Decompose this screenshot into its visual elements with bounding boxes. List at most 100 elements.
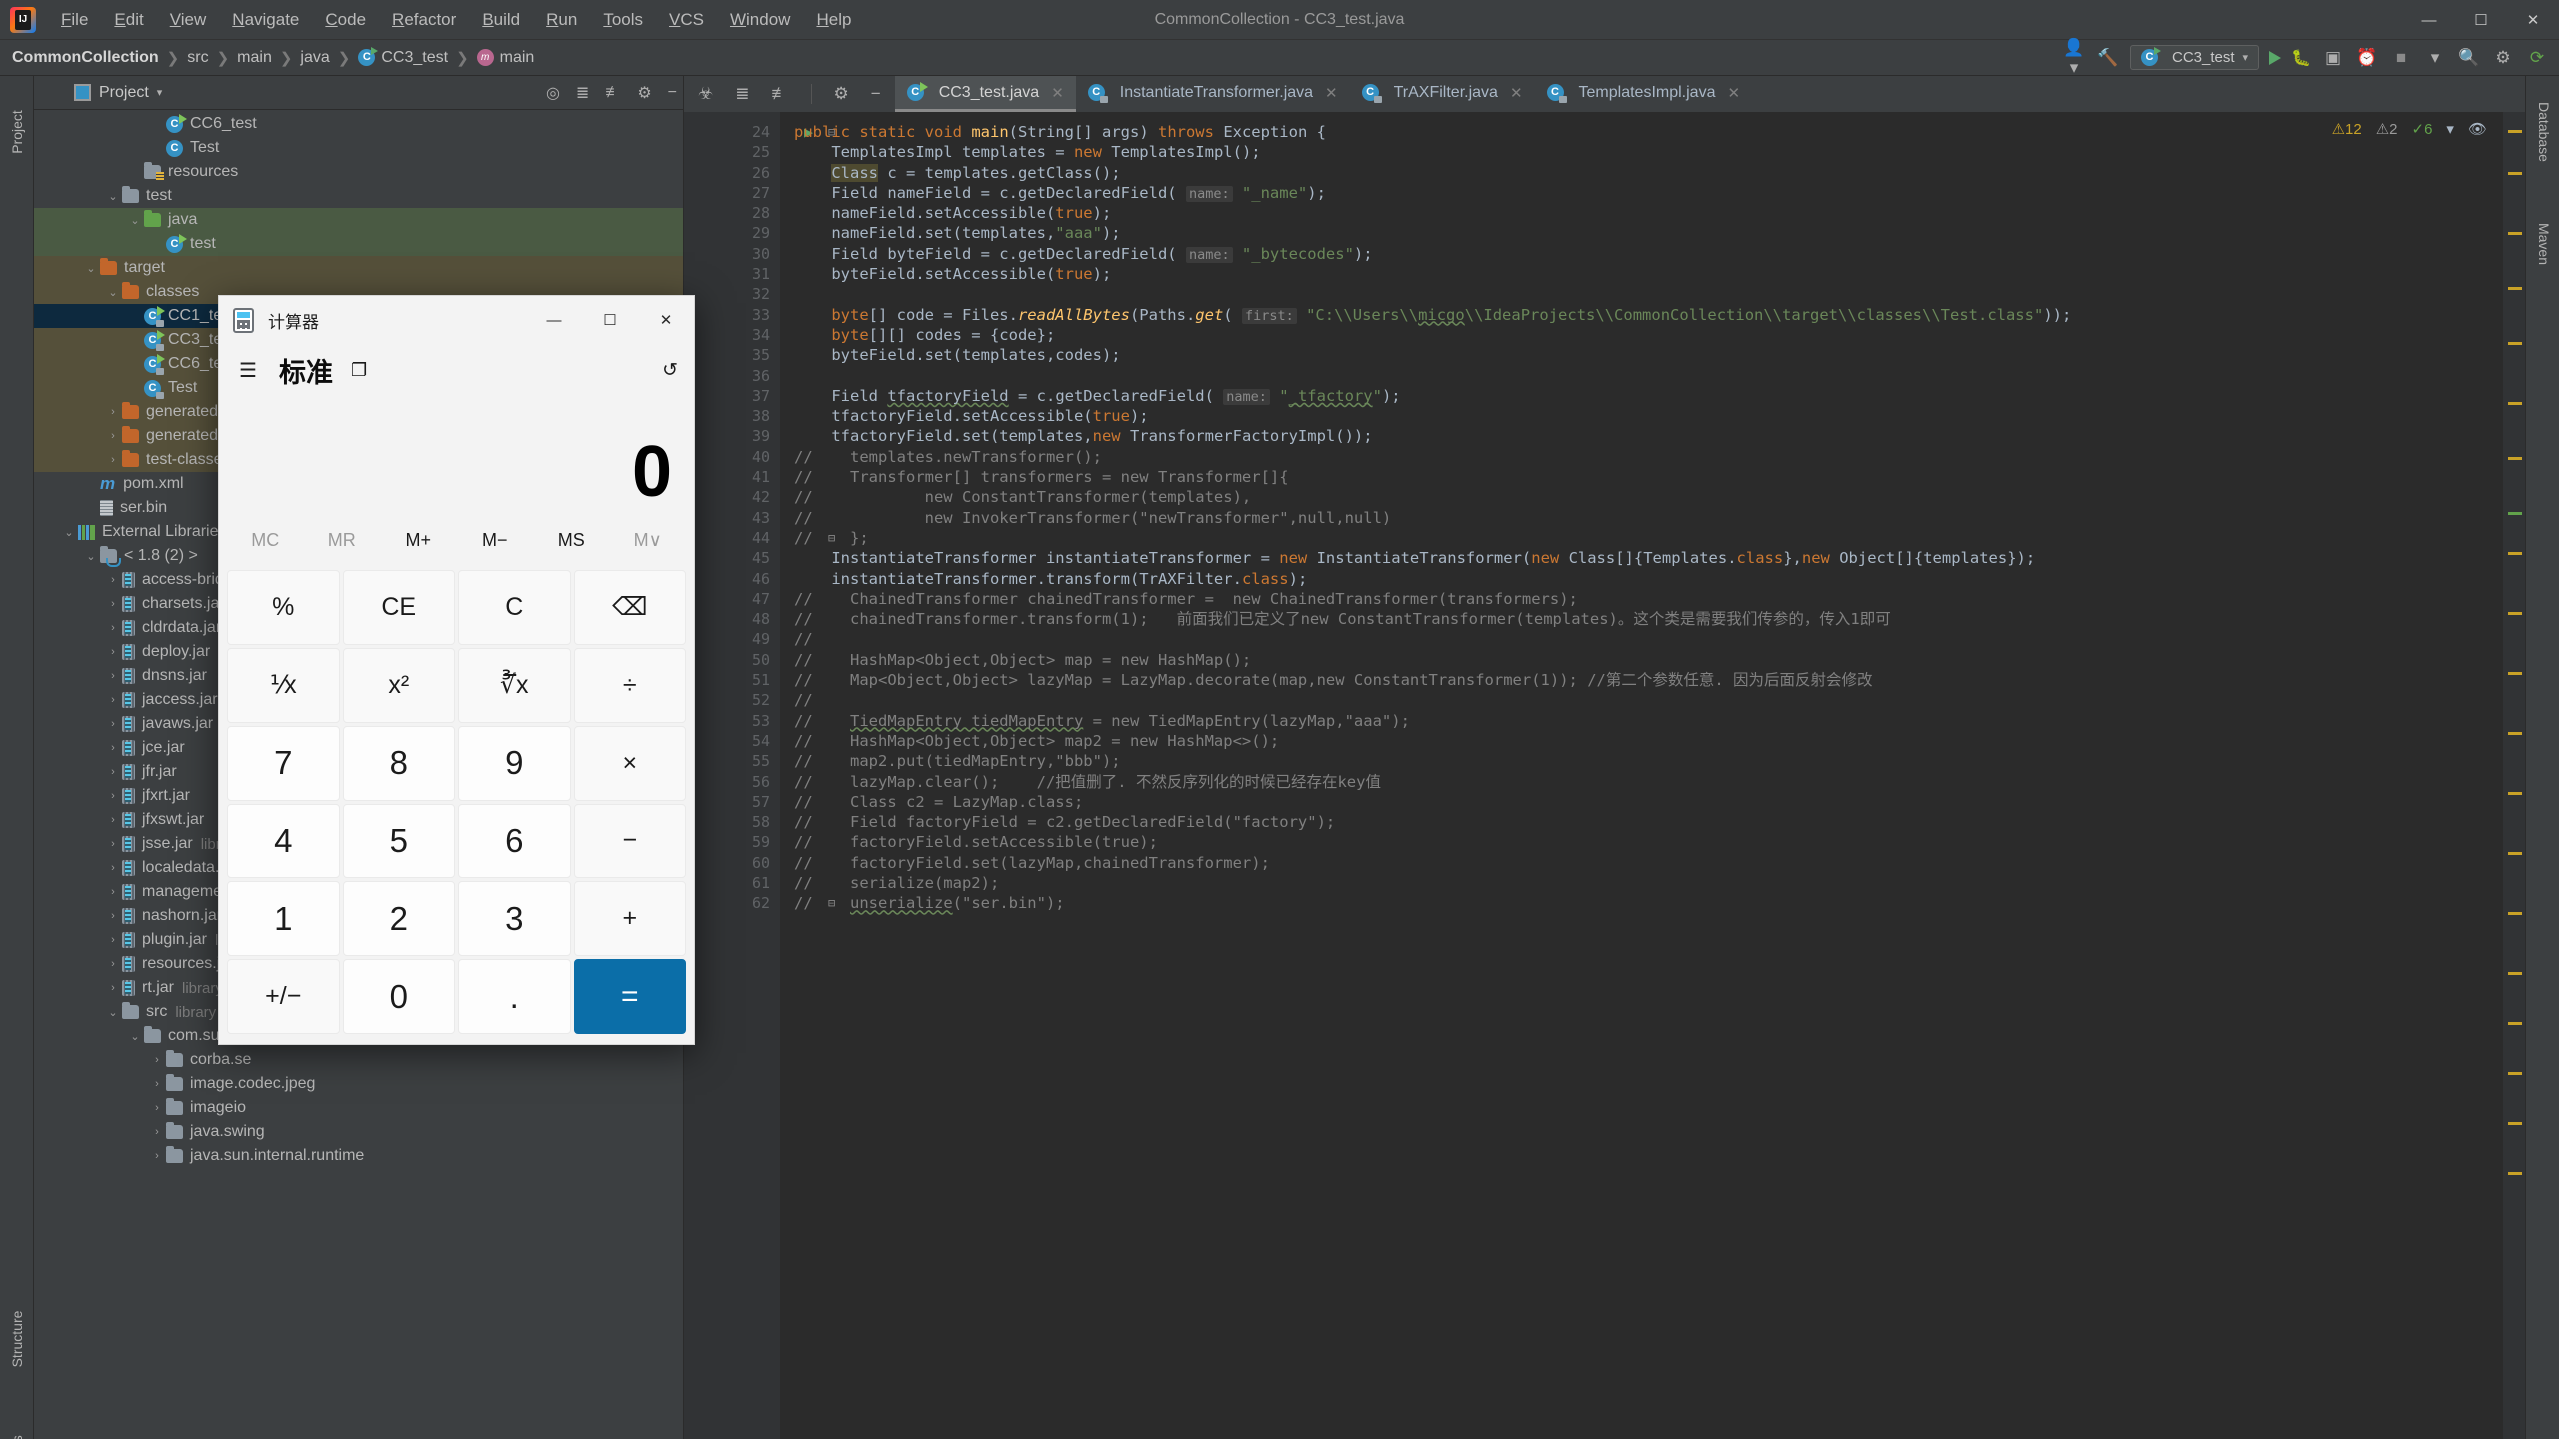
memory-button-m+[interactable]: M+ xyxy=(380,514,457,566)
code-line[interactable]: // new InvokerTransformer("newTransforme… xyxy=(794,508,2503,528)
chevron-down-icon[interactable]: ⌄ xyxy=(126,214,144,227)
memory-button-m[interactable]: M∨ xyxy=(610,514,687,566)
editor-tab-traxfilter-java[interactable]: C TrAXFilter.java ✕ xyxy=(1349,76,1535,112)
tree-item[interactable]: › image.codec.jpeg xyxy=(34,1072,683,1096)
breadcrumb-item-commoncollection[interactable]: CommonCollection xyxy=(12,49,159,67)
chevron-down-icon[interactable]: ▾ xyxy=(2446,120,2454,138)
error-stripe-mark[interactable] xyxy=(2508,512,2522,515)
calculator-key-digit-7[interactable]: 7 xyxy=(227,725,340,801)
error-stripe-mark[interactable] xyxy=(2508,552,2522,555)
code-line[interactable]: // chainedTransformer.transform(1); 前面我们… xyxy=(794,609,2503,629)
code-line[interactable]: byteField.setAccessible(true); xyxy=(794,264,2503,284)
code-line[interactable]: tfactoryField.set(templates,new Transfor… xyxy=(794,426,2503,446)
code-line[interactable]: // factoryField.setAccessible(true); xyxy=(794,832,2503,852)
line-number[interactable]: 53 xyxy=(684,711,780,731)
error-stripe-mark[interactable] xyxy=(2508,130,2522,133)
error-stripe-mark[interactable] xyxy=(2508,172,2522,175)
close-icon[interactable]: ✕ xyxy=(1051,84,1064,102)
error-stripe-mark[interactable] xyxy=(2508,1022,2522,1025)
tool-tab-maven[interactable]: Maven xyxy=(2536,202,2552,286)
line-number[interactable]: 38 xyxy=(684,406,780,426)
gear-icon[interactable]: ⚙ xyxy=(834,84,849,104)
code-line[interactable]: // }; xyxy=(794,528,2503,548)
line-number-gutter[interactable]: ▶ ⊟ 24 25 26 27 28 29 30 31 32 33 34 35 36 37 38 39 40 41 42… xyxy=(684,112,835,1439)
error-stripe-mark[interactable] xyxy=(2508,732,2522,735)
code-line[interactable]: // ChainedTransformer chainedTransformer… xyxy=(794,589,2503,609)
chevron-right-icon[interactable]: › xyxy=(104,958,122,970)
chevron-right-icon[interactable]: › xyxy=(104,862,122,874)
line-number[interactable]: 39 xyxy=(684,426,780,446)
code-line[interactable]: // factoryField.set(lazyMap,chainedTrans… xyxy=(794,853,2503,873)
error-stripe-mark[interactable] xyxy=(2508,1172,2522,1175)
chevron-right-icon[interactable]: › xyxy=(104,622,122,634)
gear-icon[interactable]: ⚙ xyxy=(2491,48,2515,68)
project-panel-title[interactable]: Project ▾ xyxy=(74,84,162,102)
code-line[interactable]: Field byteField = c.getDeclaredField( na… xyxy=(794,244,2503,264)
minimize-icon[interactable]: − xyxy=(668,84,677,102)
menu-item-help[interactable]: Help xyxy=(803,4,864,36)
tree-item[interactable]: ⌄ java xyxy=(34,208,683,232)
error-stripe-mark[interactable] xyxy=(2508,852,2522,855)
chevron-right-icon[interactable]: › xyxy=(104,790,122,802)
memory-button-mr[interactable]: MR xyxy=(304,514,381,566)
chevron-down-icon[interactable]: ⌄ xyxy=(104,286,122,299)
calculator-key-digit-4[interactable]: 4 xyxy=(227,803,340,879)
code-line[interactable]: TemplatesImpl templates = new TemplatesI… xyxy=(794,142,2503,162)
locate-icon[interactable]: ☣ xyxy=(698,84,713,104)
tree-item[interactable]: resources xyxy=(34,160,683,184)
menu-item-edit[interactable]: Edit xyxy=(101,4,156,36)
code-line[interactable] xyxy=(794,284,2503,304)
history-icon[interactable]: ↺ xyxy=(662,359,678,382)
calculator-key-digit-9[interactable]: 9 xyxy=(458,725,571,801)
memory-button-mc[interactable]: MC xyxy=(227,514,304,566)
calculator-key-digit-6[interactable]: 6 xyxy=(458,803,571,879)
chevron-down-icon[interactable]: ⌄ xyxy=(126,1030,144,1043)
tool-tab-structure[interactable]: Structure xyxy=(9,1304,25,1374)
chevron-right-icon[interactable]: › xyxy=(104,454,122,466)
error-stripe-mark[interactable] xyxy=(2508,287,2522,290)
code-line[interactable]: byte[][] codes = {code}; xyxy=(794,325,2503,345)
line-number[interactable]: 40 xyxy=(684,447,780,467)
memory-button-ms[interactable]: MS xyxy=(533,514,610,566)
tree-item[interactable]: C Test xyxy=(34,136,683,160)
calculator-memory-row[interactable]: MC MR M+ M− MS M∨ xyxy=(219,514,694,566)
code-line[interactable]: // templates.newTransformer(); xyxy=(794,447,2503,467)
menu-item-refactor[interactable]: Refactor xyxy=(379,4,469,36)
chevron-right-icon[interactable]: › xyxy=(104,430,122,442)
error-stripe-mark[interactable] xyxy=(2508,457,2522,460)
line-number[interactable]: 57 xyxy=(684,792,780,812)
code-line[interactable]: tfactoryField.setAccessible(true); xyxy=(794,406,2503,426)
tree-item[interactable]: › java.swing xyxy=(34,1120,683,1144)
chevron-down-icon[interactable]: ⌄ xyxy=(82,550,100,563)
line-number[interactable]: 31 xyxy=(684,264,780,284)
line-number[interactable]: 46 xyxy=(684,569,780,589)
code-line[interactable]: Class c = templates.getClass(); xyxy=(794,163,2503,183)
calculator-key-digit-5[interactable]: 5 xyxy=(342,803,455,879)
calculator-key-op-x[interactable]: ⅟x xyxy=(227,647,340,723)
menu-item-view[interactable]: View xyxy=(157,4,220,36)
code-line[interactable]: nameField.setAccessible(true); xyxy=(794,203,2503,223)
line-number[interactable]: 25 xyxy=(684,142,780,162)
error-stripe-mark[interactable] xyxy=(2508,342,2522,345)
calculator-key-op-[interactable]: ÷ xyxy=(573,647,686,723)
line-number[interactable]: 36 xyxy=(684,366,780,386)
line-number[interactable]: ▶ ⊟ 24 xyxy=(684,122,835,142)
more-icon[interactable]: ▾ xyxy=(2423,48,2447,68)
chevron-right-icon[interactable]: › xyxy=(104,406,122,418)
breadcrumb[interactable]: CommonCollection ❯ src ❯ main ❯ java ❯ C CC3_test… xyxy=(12,47,534,67)
error-stripe-mark[interactable] xyxy=(2508,402,2522,405)
error-stripe-mark[interactable] xyxy=(2508,1072,2522,1075)
inspection-widget[interactable]: ⚠12 ⚠2 ✓6 ▾ 👁 xyxy=(2332,120,2487,138)
chevron-right-icon[interactable]: › xyxy=(104,574,122,586)
error-stripe-mark[interactable] xyxy=(2508,972,2522,975)
chevron-right-icon[interactable]: › xyxy=(148,1102,166,1114)
chevron-right-icon[interactable]: › xyxy=(104,814,122,826)
code-line[interactable]: nameField.set(templates,"aaa"); xyxy=(794,223,2503,243)
menu-item-vcs[interactable]: VCS xyxy=(656,4,717,36)
collapse-icon[interactable]: ≢ xyxy=(772,84,789,104)
search-icon[interactable]: 🔍 xyxy=(2457,48,2481,68)
chevron-right-icon[interactable]: › xyxy=(104,838,122,850)
chevron-right-icon[interactable]: › xyxy=(148,1150,166,1162)
code-line[interactable]: // map2.put(tiedMapEntry,"bbb"); xyxy=(794,751,2503,771)
code-line[interactable] xyxy=(794,366,2503,386)
